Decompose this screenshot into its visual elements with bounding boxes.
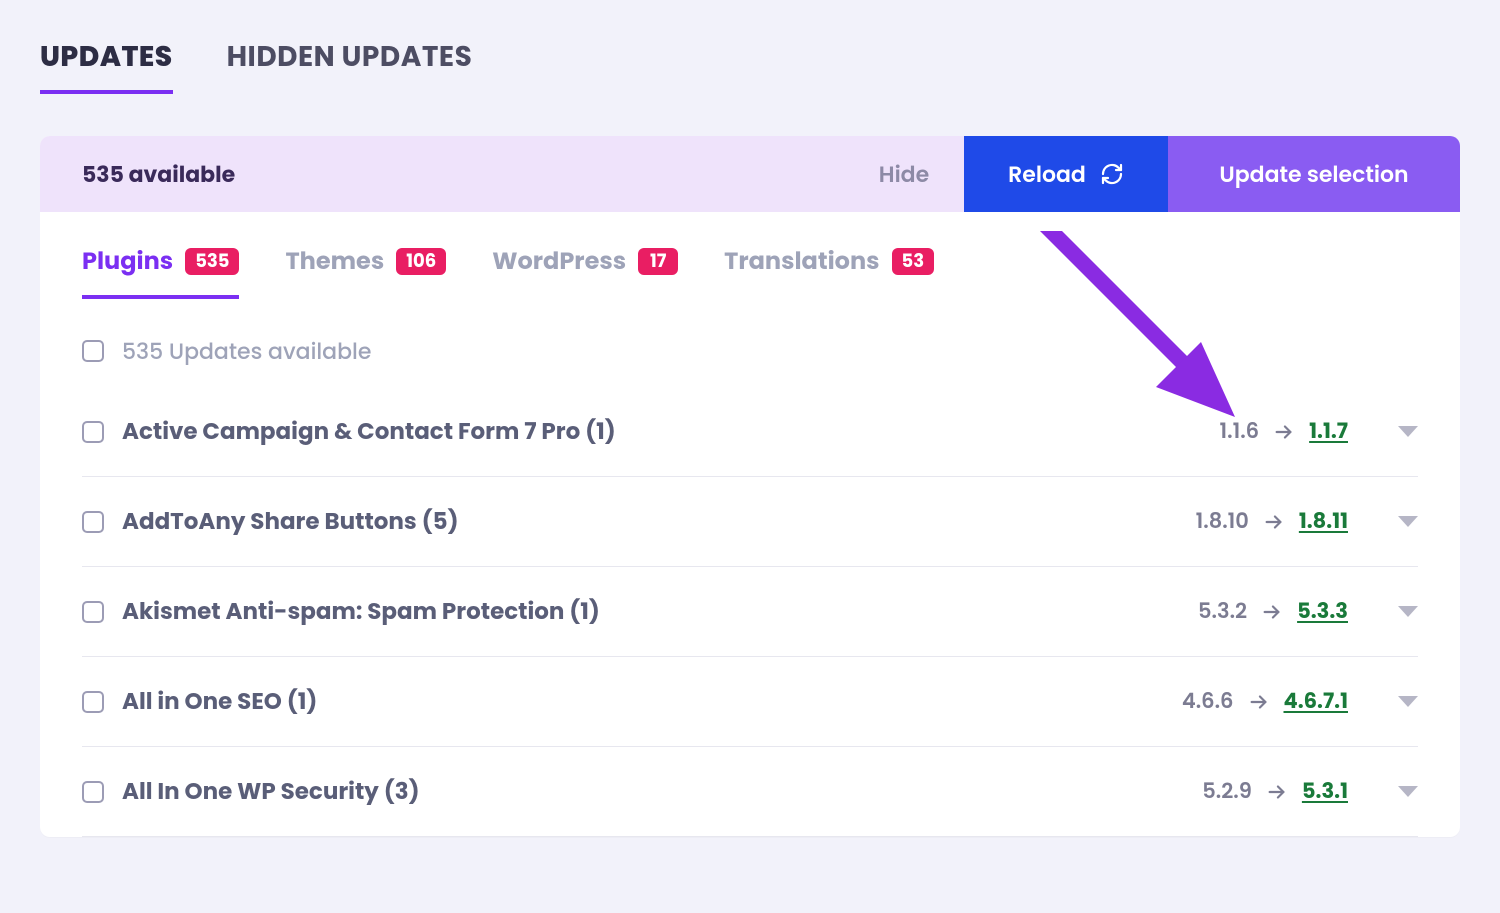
hide-button[interactable]: Hide — [844, 136, 964, 212]
row-checkbox[interactable] — [82, 781, 104, 803]
select-all-row: 535 Updates available — [82, 315, 1418, 387]
select-all-checkbox[interactable] — [82, 340, 104, 362]
chevron-down-icon[interactable] — [1398, 426, 1418, 437]
row-checkbox[interactable] — [82, 691, 104, 713]
row-checkbox[interactable] — [82, 421, 104, 443]
arrow-right-icon — [1248, 691, 1270, 713]
tab-updates[interactable]: UPDATES — [40, 36, 173, 92]
update-selection-label: Update selection — [1219, 158, 1408, 191]
update-row: AddToAny Share Buttons (5) 1.8.10 1.8.11 — [82, 477, 1418, 567]
reload-icon — [1100, 162, 1124, 186]
arrow-right-icon — [1263, 511, 1285, 533]
summary-text: 535 Updates available — [122, 335, 371, 368]
tab-translations[interactable]: Translations 53 — [724, 244, 934, 297]
tab-plugins-badge: 535 — [185, 248, 239, 276]
version-to[interactable]: 5.3.1 — [1302, 776, 1348, 807]
reload-button[interactable]: Reload — [964, 136, 1168, 212]
tab-themes-label: Themes — [285, 244, 384, 279]
arrow-right-icon — [1261, 601, 1283, 623]
update-row: Akismet Anti-spam: Spam Protection (1) 5… — [82, 567, 1418, 657]
category-tabs: Plugins 535 Themes 106 WordPress 17 Tran… — [40, 212, 1460, 297]
chevron-down-icon[interactable] — [1398, 516, 1418, 527]
row-title: AddToAny Share Buttons (5) — [122, 505, 1178, 539]
tab-wordpress[interactable]: WordPress 17 — [492, 244, 678, 297]
tab-translations-label: Translations — [724, 244, 879, 279]
version-to[interactable]: 1.8.11 — [1299, 506, 1348, 537]
version-from: 1.8.10 — [1196, 506, 1249, 537]
arrow-right-icon — [1273, 421, 1295, 443]
tab-themes-badge: 106 — [396, 248, 446, 276]
version-to[interactable]: 4.6.7.1 — [1284, 686, 1349, 717]
tab-hidden-updates[interactable]: HIDDEN UPDATES — [227, 36, 473, 92]
version-block: 1.8.10 1.8.11 — [1196, 506, 1348, 537]
update-selection-button[interactable]: Update selection — [1168, 136, 1460, 212]
update-row: All In One WP Security (3) 5.2.9 5.3.1 — [82, 747, 1418, 837]
tab-wordpress-label: WordPress — [492, 244, 626, 279]
available-count: 535 available — [40, 136, 844, 212]
version-from: 1.1.6 — [1220, 416, 1260, 447]
arrow-right-icon — [1266, 781, 1288, 803]
chevron-down-icon[interactable] — [1398, 786, 1418, 797]
version-block: 5.2.9 5.3.1 — [1202, 776, 1348, 807]
version-block: 1.1.6 1.1.7 — [1220, 416, 1348, 447]
reload-label: Reload — [1008, 158, 1086, 191]
row-checkbox[interactable] — [82, 511, 104, 533]
version-from: 5.2.9 — [1202, 776, 1252, 807]
updates-card: 535 available Hide Reload Update selecti… — [40, 136, 1460, 837]
row-title: All In One WP Security (3) — [122, 775, 1184, 809]
row-checkbox[interactable] — [82, 601, 104, 623]
version-block: 4.6.6 4.6.7.1 — [1182, 686, 1348, 717]
update-row: All in One SEO (1) 4.6.6 4.6.7.1 — [82, 657, 1418, 747]
action-band: 535 available Hide Reload Update selecti… — [40, 136, 1460, 212]
top-tabs: UPDATES HIDDEN UPDATES — [40, 36, 1460, 92]
tab-translations-badge: 53 — [892, 248, 935, 276]
chevron-down-icon[interactable] — [1398, 606, 1418, 617]
chevron-down-icon[interactable] — [1398, 696, 1418, 707]
tab-wordpress-badge: 17 — [638, 248, 678, 276]
row-title: Akismet Anti-spam: Spam Protection (1) — [122, 595, 1180, 629]
row-title: All in One SEO (1) — [122, 685, 1164, 719]
row-title: Active Campaign & Contact Form 7 Pro (1) — [122, 415, 1202, 449]
update-row: Active Campaign & Contact Form 7 Pro (1)… — [82, 387, 1418, 477]
version-from: 5.3.2 — [1198, 596, 1247, 627]
version-from: 4.6.6 — [1182, 686, 1234, 717]
version-block: 5.3.2 5.3.3 — [1198, 596, 1348, 627]
tab-themes[interactable]: Themes 106 — [285, 244, 446, 297]
updates-list: 535 Updates available Active Campaign & … — [40, 297, 1460, 837]
version-to[interactable]: 5.3.3 — [1297, 596, 1348, 627]
version-to[interactable]: 1.1.7 — [1309, 416, 1348, 447]
tab-plugins[interactable]: Plugins 535 — [82, 244, 239, 297]
tab-plugins-label: Plugins — [82, 244, 173, 279]
